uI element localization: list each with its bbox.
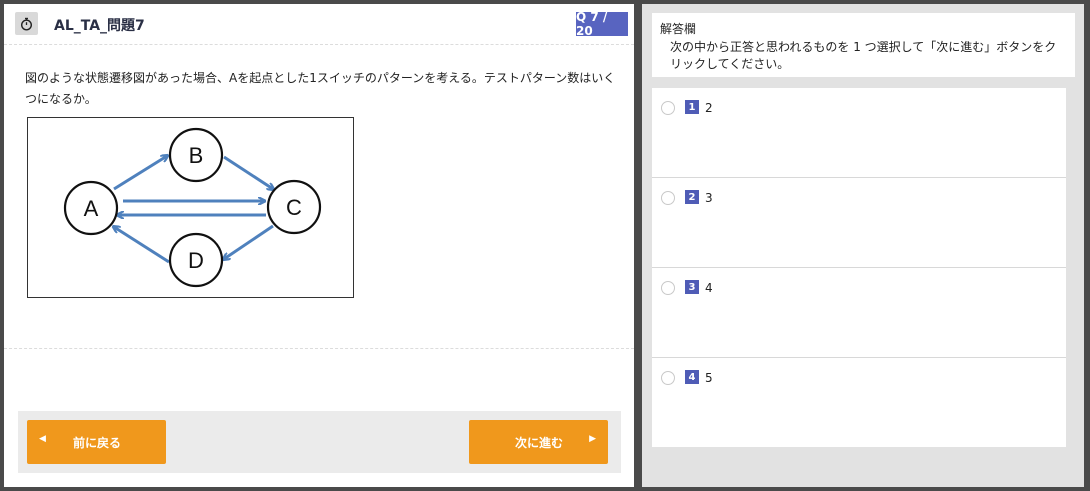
node-c-label: C	[286, 195, 302, 220]
timer-button[interactable]	[15, 12, 38, 35]
option-number-badge: 3	[685, 280, 699, 294]
prev-button[interactable]: ◀ 前に戻る	[27, 420, 166, 464]
answer-option-1[interactable]: 1 2	[652, 88, 1066, 178]
radio-button[interactable]	[661, 371, 675, 385]
edge-b-c	[223, 155, 273, 189]
option-text: 4	[705, 281, 713, 295]
option-text: 2	[705, 101, 713, 115]
option-text: 3	[705, 191, 713, 205]
radio-button[interactable]	[661, 191, 675, 205]
question-text: 図のような状態遷移図があった場合、Aを起点とした1スイッチのパターンを考える。テ…	[25, 71, 616, 106]
chevron-right-icon: ▶	[589, 434, 596, 444]
next-button[interactable]: 次に進む ▶	[469, 420, 608, 464]
question-panel: AL_TA_問題7 Q 7 / 20 図のような状態遷移図があった場合、Aを起点…	[4, 4, 634, 487]
option-text: 5	[705, 371, 713, 385]
state-transition-diagram: A B C D	[27, 117, 354, 298]
question-header: AL_TA_問題7 Q 7 / 20	[4, 4, 634, 44]
prev-button-label: 前に戻る	[73, 436, 122, 450]
answer-options-list: 1 2 2 3 3 4 4 5	[652, 88, 1066, 447]
chevron-left-icon: ◀	[39, 434, 46, 444]
answer-title: 解答欄	[660, 22, 697, 36]
option-number-badge: 1	[685, 100, 699, 114]
divider	[4, 44, 634, 45]
answer-panel: 解答欄 次の中から正答と思われるものを 1 つ選択して「次に進む」ボタンをクリッ…	[642, 4, 1084, 487]
radio-button[interactable]	[661, 101, 675, 115]
answer-option-2[interactable]: 2 3	[652, 178, 1066, 268]
edge-a-b	[113, 156, 167, 191]
answer-instruction: 次の中から正答と思われるものを 1 つ選択して「次に進む」ボタンをクリックしてく…	[670, 40, 1057, 71]
node-d-label: D	[188, 248, 204, 273]
answer-option-3[interactable]: 3 4	[652, 268, 1066, 358]
node-b-label: B	[189, 143, 204, 168]
answer-header: 解答欄 次の中から正答と思われるものを 1 つ選択して「次に進む」ボタンをクリッ…	[652, 13, 1075, 77]
page-title: AL_TA_問題7	[54, 18, 145, 34]
stopwatch-icon	[20, 17, 33, 31]
next-button-label: 次に進む	[515, 436, 564, 450]
radio-button[interactable]	[661, 281, 675, 295]
answer-option-4[interactable]: 4 5	[652, 358, 1066, 448]
option-number-badge: 2	[685, 190, 699, 204]
state-diagram-svg: A B C D	[63, 127, 322, 288]
edge-c-d	[224, 224, 274, 259]
divider	[4, 348, 634, 349]
question-counter-badge: Q 7 / 20	[576, 10, 628, 38]
edge-d-a	[114, 227, 170, 264]
node-a-label: A	[84, 196, 99, 221]
navigation-bar: ◀ 前に戻る 次に進む ▶	[18, 411, 621, 473]
option-number-badge: 4	[685, 370, 699, 384]
